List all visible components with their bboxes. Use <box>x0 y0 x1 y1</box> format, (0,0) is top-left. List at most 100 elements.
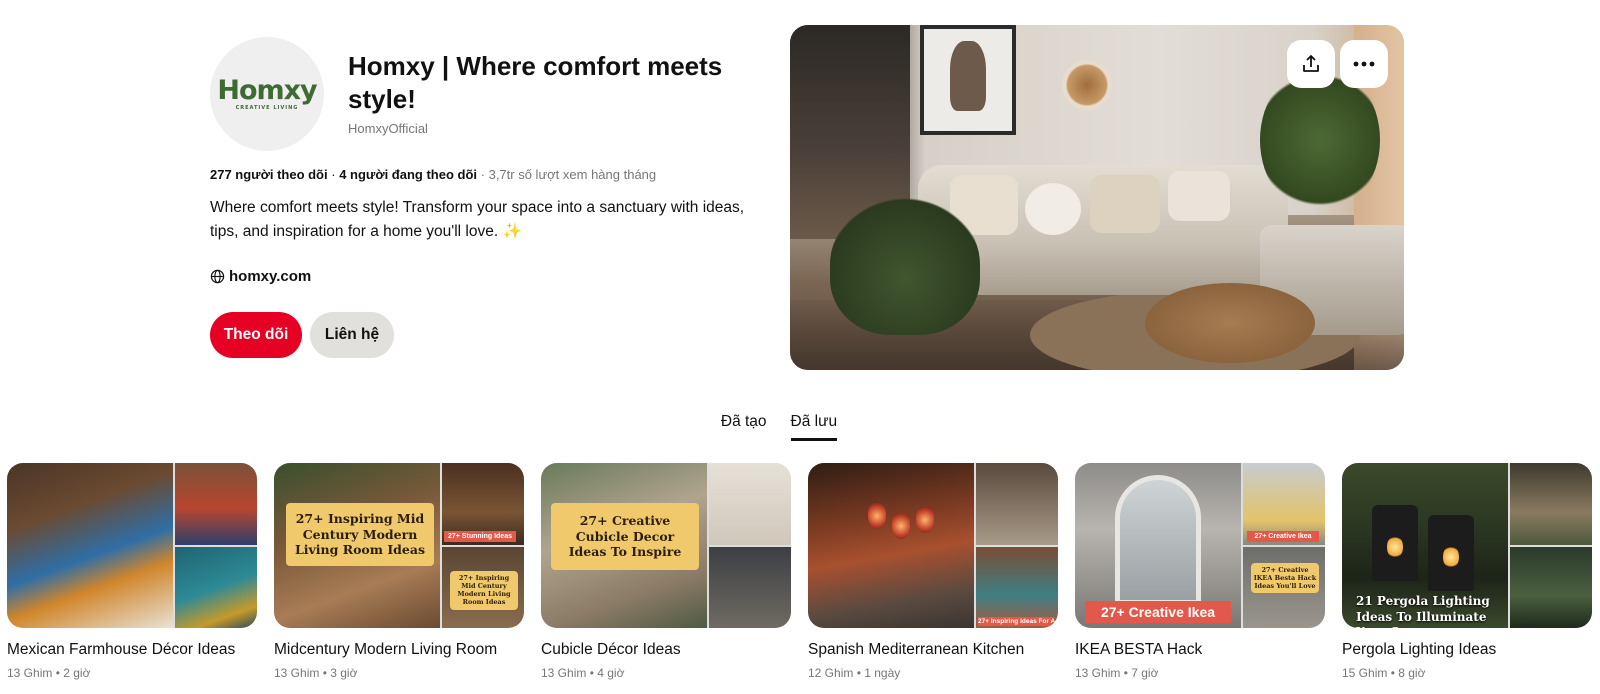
board-overlay-tag: 27+ Inspiring Ideas For A <box>978 617 1056 626</box>
arch-mirror <box>1115 475 1201 605</box>
board-overlay-card: 27+ Inspiring Mid Century Modern Living … <box>286 503 434 566</box>
flame <box>1387 535 1403 559</box>
board-overlay-card: 27+ Creative Cubicle Decor Ideas To Insp… <box>551 503 699 570</box>
board-overlay-small: 27+ Inspiring Mid Century Modern Living … <box>450 571 518 610</box>
bio-text: Where comfort meets style! Transform you… <box>210 199 745 240</box>
board-title: Cubicle Décor Ideas <box>541 641 681 658</box>
tab-created[interactable]: Đã tạo <box>721 413 767 441</box>
board-cover-top <box>976 463 1058 545</box>
more-button[interactable] <box>1340 40 1388 88</box>
stats-dot: · <box>480 167 489 182</box>
cover-pillow <box>1090 175 1160 233</box>
board-title: Pergola Lighting Ideas <box>1342 641 1497 658</box>
board-pin-count: 13 Ghim <box>274 666 320 680</box>
board-cover-main <box>808 463 974 628</box>
board-meta: 13 Ghim • 3 giờ <box>274 666 524 680</box>
pendant-light <box>892 513 910 539</box>
board-cover-top <box>175 463 257 545</box>
profile-avatar[interactable]: Homxy CREATIVE LIVING <box>210 37 324 151</box>
board-overlay-tag: 27+ Stunning Ideas <box>444 531 516 542</box>
board-collage: 27+ Creative Ikea 27+ Creative Ikea 27+ … <box>1075 463 1325 628</box>
board-card[interactable]: 27+ Creative Ikea 27+ Creative Ikea 27+ … <box>1075 463 1325 680</box>
meta-separator: • <box>586 666 598 680</box>
board-collage <box>7 463 257 628</box>
meta-separator: • <box>1387 666 1399 680</box>
board-collage: 27+ Inspiring Ideas For A <box>808 463 1058 628</box>
flame <box>1443 545 1459 569</box>
board-pin-count: 13 Ghim <box>7 666 53 680</box>
board-card[interactable]: 27+ Creative Cubicle Decor Ideas To Insp… <box>541 463 791 680</box>
monthly-views: 3,7tr số lượt xem hàng tháng <box>488 167 657 182</box>
board-card[interactable]: 21 Pergola Lighting Ideas To Illuminate … <box>1342 463 1592 680</box>
website-link[interactable]: homxy.com <box>210 268 311 285</box>
meta-separator: • <box>52 666 64 680</box>
meta-separator: • <box>853 666 865 680</box>
stats-dot: · <box>331 167 340 182</box>
followers-count[interactable]: 277 người theo dõi <box>210 167 328 182</box>
lantern <box>1428 515 1474 591</box>
board-overlay-text: 21 Pergola Lighting Ideas To Illuminate … <box>1356 594 1490 628</box>
cover-plant <box>830 195 980 335</box>
pendant-light <box>868 503 886 529</box>
meta-separator: • <box>1120 666 1132 680</box>
profile-stats: 277 người theo dõi · 4 người đang theo d… <box>210 167 656 182</box>
following-count[interactable]: 4 người đang theo dõi <box>339 167 477 182</box>
board-overlay-tag: 27+ Creative Ikea <box>1247 531 1319 542</box>
board-meta: 13 Ghim • 7 giờ <box>1075 666 1325 680</box>
board-updated: 2 giờ <box>63 666 91 680</box>
board-pin-count: 15 Ghim <box>1342 666 1388 680</box>
board-updated: 7 giờ <box>1131 666 1159 680</box>
board-overlay-banner: 27+ Creative Ikea <box>1085 601 1231 623</box>
board-meta: 12 Ghim • 1 ngày <box>808 666 1058 680</box>
board-updated: 8 giờ <box>1398 666 1426 680</box>
board-title: IKEA BESTA Hack <box>1075 641 1203 658</box>
cover-wall-decor <box>1062 60 1112 110</box>
board-card[interactable]: 27+ Inspiring Mid Century Modern Living … <box>274 463 524 680</box>
board-cover-bottom <box>709 547 791 628</box>
board-meta: 13 Ghim • 2 giờ <box>7 666 257 680</box>
board-meta: 13 Ghim • 4 giờ <box>541 666 791 680</box>
profile-handle: HomxyOfficial <box>348 121 428 136</box>
board-collage: 27+ Creative Cubicle Decor Ideas To Insp… <box>541 463 791 628</box>
logo-sub: CREATIVE LIVING <box>235 105 299 111</box>
cover-coffee-table <box>1145 283 1315 363</box>
board-cover-top <box>709 463 791 545</box>
board-cover-bottom <box>976 547 1058 628</box>
share-icon <box>1303 55 1319 72</box>
boards-row: Mexican Farmhouse Décor Ideas 13 Ghim • … <box>7 463 1592 680</box>
board-cover-bottom <box>1510 547 1592 628</box>
board-updated: 3 giờ <box>330 666 358 680</box>
website-text[interactable]: homxy.com <box>229 268 311 285</box>
board-collage: 21 Pergola Lighting Ideas To Illuminate … <box>1342 463 1592 628</box>
board-title: Spanish Mediterranean Kitchen <box>808 641 1025 658</box>
lantern <box>1372 505 1418 581</box>
board-card[interactable]: 27+ Inspiring Ideas For A Spanish Medite… <box>808 463 1058 680</box>
tab-saved[interactable]: Đã lưu <box>790 413 838 441</box>
board-cover-main <box>7 463 173 628</box>
board-card[interactable]: Mexican Farmhouse Décor Ideas 13 Ghim • … <box>7 463 257 680</box>
board-title: Mexican Farmhouse Décor Ideas <box>7 641 236 658</box>
board-collage: 27+ Inspiring Mid Century Modern Living … <box>274 463 524 628</box>
board-pin-count: 12 Ghim <box>808 666 854 680</box>
share-button[interactable] <box>1287 40 1335 88</box>
meta-separator: • <box>319 666 331 680</box>
board-overlay-small: 27+ Creative IKEA Besta Hack Ideas You'l… <box>1251 563 1319 594</box>
pendant-light <box>916 507 934 533</box>
board-title: Midcentury Modern Living Room <box>274 641 498 658</box>
cover-pillow <box>1025 183 1081 235</box>
profile-tabs: Đã tạo Đã lưu <box>0 413 1600 441</box>
board-updated: 1 ngày <box>864 666 901 680</box>
board-updated: 4 giờ <box>597 666 625 680</box>
profile-bio: Where comfort meets style! Transform you… <box>210 196 750 244</box>
board-cover-top <box>1510 463 1592 545</box>
board-pin-count: 13 Ghim <box>541 666 587 680</box>
contact-button[interactable]: Liên hệ <box>310 312 394 358</box>
cover-pillow <box>1168 171 1230 221</box>
logo-word: Homxy <box>217 75 317 106</box>
more-icon <box>1353 61 1375 67</box>
profile-title: Homxy | Where comfort meets style! <box>348 51 723 114</box>
sparkle-emoji: ✨ <box>502 223 522 240</box>
board-pin-count: 13 Ghim <box>1075 666 1121 680</box>
board-meta: 15 Ghim • 8 giờ <box>1342 666 1592 680</box>
follow-button[interactable]: Theo dõi <box>210 312 302 358</box>
